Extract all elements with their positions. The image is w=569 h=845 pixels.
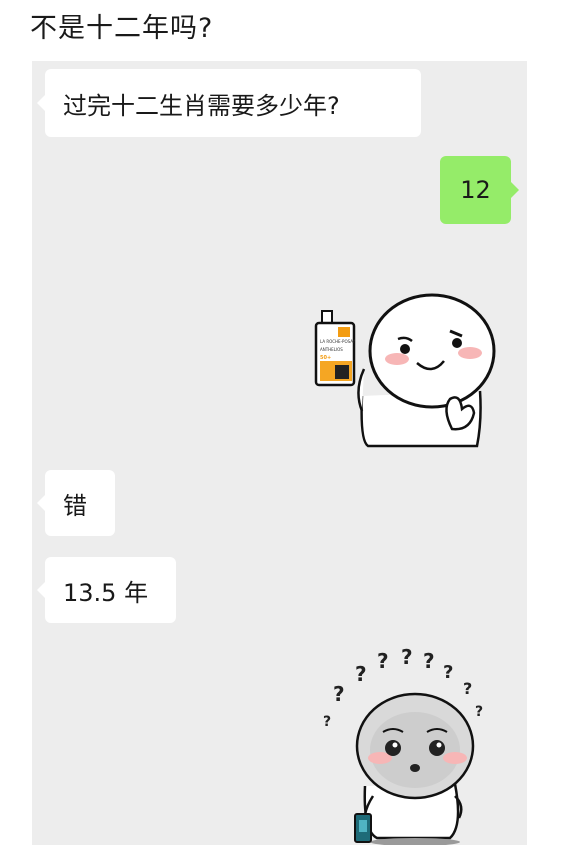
- sticker-bun-holding-sunscreen[interactable]: LA ROCHE-POSAY ANTHELIOS 50+: [302, 281, 502, 456]
- question-mark-icon: ?: [423, 649, 435, 673]
- message-bubble-incoming[interactable]: 13.5 年: [37, 557, 176, 623]
- question-mark-icon: ?: [401, 646, 413, 669]
- question-mark-icon: ?: [323, 714, 331, 730]
- question-mark-icon: ?: [355, 662, 367, 686]
- message-bubble-outgoing[interactable]: 12: [440, 156, 519, 224]
- message-text: 13.5 年: [63, 578, 149, 607]
- question-mark-icon: ?: [443, 662, 453, 683]
- message-text: 12: [460, 176, 491, 204]
- sticker-bun-confused[interactable]: ? ? ? ? ? ? ? ? ?: [315, 645, 505, 845]
- question-mark-icon: ?: [333, 682, 345, 706]
- post-caption: 不是十二年吗?: [30, 13, 214, 44]
- message-text: 错: [63, 491, 87, 520]
- sticker-art: ? ? ? ? ? ? ? ? ?: [323, 645, 483, 845]
- message-bubble-incoming[interactable]: 过完十二生肖需要多少年?: [37, 69, 421, 137]
- chat-panel: 过完十二生肖需要多少年? 12 LA ROCHE-POSAY ANTHELIOS…: [32, 61, 527, 845]
- sticker-art: LA ROCHE-POSAY ANTHELIOS 50+: [314, 293, 496, 448]
- bottle-brand-text: LA ROCHE-POSAY: [320, 339, 356, 344]
- message-text: 过完十二生肖需要多少年?: [63, 91, 340, 120]
- bottle-spf-text: 50+: [320, 355, 331, 361]
- bottle-product-text: ANTHELIOS: [320, 347, 343, 352]
- message-bubble-incoming[interactable]: 错: [37, 470, 115, 536]
- question-mark-icon: ?: [475, 704, 483, 720]
- question-mark-icon: ?: [377, 649, 389, 673]
- question-mark-icon: ?: [463, 679, 472, 698]
